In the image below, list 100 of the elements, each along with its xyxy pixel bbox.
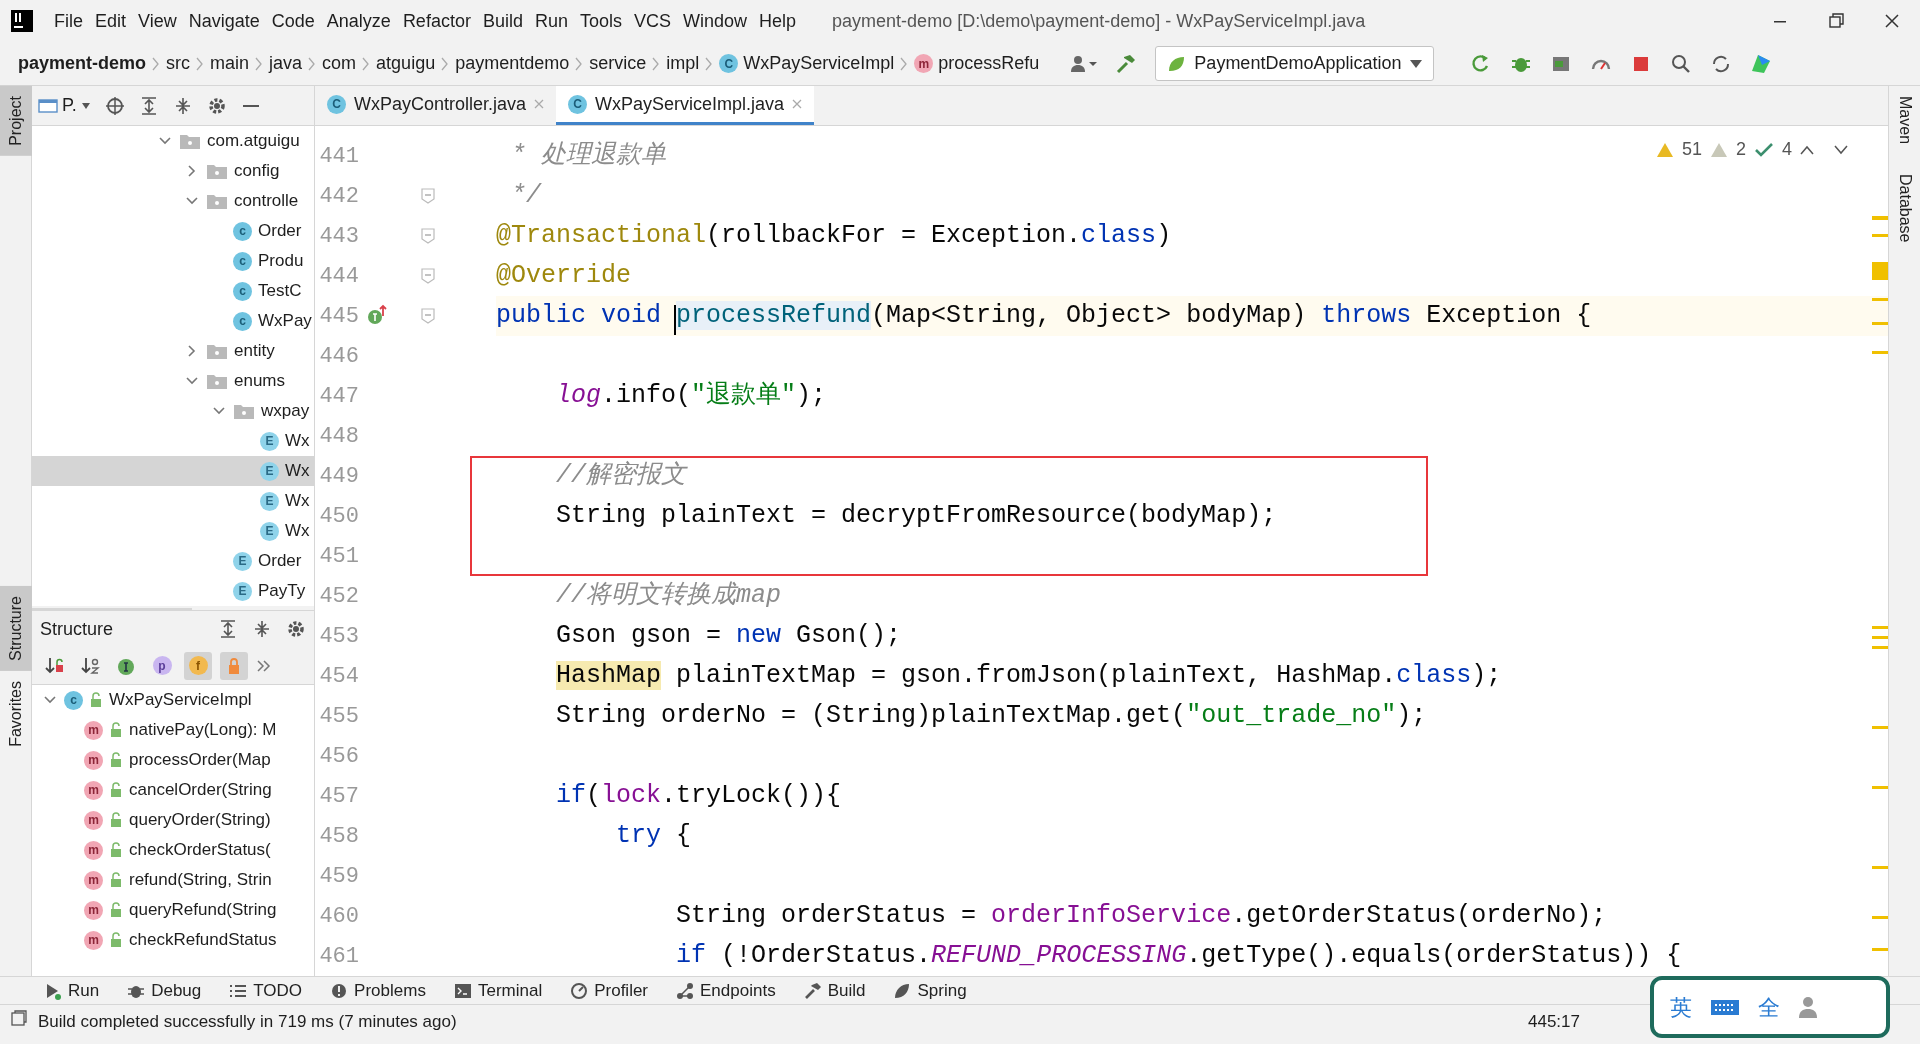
menu-item[interactable]: View — [132, 7, 183, 35]
tree-item[interactable]: WxPayServiceImpl — [109, 687, 252, 713]
breadcrumb[interactable]: impl — [664, 50, 702, 77]
menu-item[interactable]: Window — [677, 7, 754, 35]
tree-item[interactable]: Wx — [285, 518, 310, 544]
tree-item[interactable]: Order — [258, 548, 302, 574]
menu-item[interactable]: Code — [265, 7, 321, 35]
restore-icon[interactable] — [1827, 12, 1845, 30]
menu-item[interactable]: Refactor — [396, 7, 477, 35]
tree-item[interactable]: cancelOrder(String — [129, 777, 272, 803]
tree-item[interactable]: enums — [234, 368, 286, 394]
caret-down-icon[interactable] — [80, 101, 91, 110]
breadcrumb[interactable]: java — [267, 50, 305, 77]
breadcrumb[interactable]: processRefu — [938, 50, 1040, 77]
tool-window-tab[interactable]: Database — [1888, 164, 1920, 253]
hammer-icon[interactable] — [1115, 52, 1138, 75]
breadcrumb[interactable]: atguigu — [374, 50, 438, 77]
tool-window-tab[interactable]: Favorites — [0, 670, 32, 757]
breadcrumb[interactable]: com — [320, 50, 359, 77]
menu-item[interactable]: Edit — [89, 7, 133, 35]
tool-window-button[interactable]: TODO — [253, 977, 303, 1004]
tree-item[interactable]: queryRefund(String — [129, 897, 277, 923]
menu-item[interactable]: Navigate — [182, 7, 266, 35]
tab-label[interactable]: WxPayServiceImpl.java — [595, 90, 785, 118]
tree-row-highlight[interactable]: E Wx — [32, 456, 314, 486]
fold-marker-icon[interactable] — [421, 268, 435, 284]
fold-marker-icon[interactable] — [421, 308, 435, 324]
menu-item[interactable]: File — [48, 7, 89, 35]
tree-item[interactable]: config — [234, 158, 280, 184]
tree-item[interactable]: queryOrder(String) — [129, 807, 271, 833]
tree-item[interactable]: entity — [234, 338, 275, 364]
collapse-all-icon[interactable] — [252, 619, 272, 639]
tool-window-button[interactable]: Terminal — [477, 977, 543, 1004]
tree-item[interactable]: nativePay(Long): M — [129, 717, 277, 743]
line-number: 450 — [318, 502, 360, 531]
menu-item[interactable]: Analyze — [320, 7, 397, 35]
view-selector[interactable]: P. — [62, 92, 77, 119]
breadcrumb[interactable]: payment-demo — [16, 50, 149, 77]
chevron-up-icon[interactable] — [1800, 144, 1814, 155]
fold-marker-icon[interactable] — [421, 188, 435, 204]
tool-window-tab[interactable]: Structure — [0, 585, 32, 671]
menu-item[interactable]: Run — [528, 7, 574, 35]
tree-item[interactable]: wxpay — [261, 398, 310, 424]
tree-item[interactable]: Wx — [285, 458, 310, 484]
person-icon[interactable] — [1798, 996, 1818, 1018]
tree-item[interactable]: Wx — [285, 428, 310, 454]
tree-item[interactable]: processOrder(Map — [129, 747, 271, 773]
caret-down-icon[interactable] — [1409, 58, 1424, 69]
filter-button[interactable]: f — [184, 651, 212, 680]
breadcrumb[interactable]: src — [164, 50, 193, 77]
tree-item[interactable]: Produ — [258, 248, 304, 274]
menu-item[interactable]: Tools — [573, 7, 628, 35]
settings-icon[interactable] — [286, 619, 306, 639]
code-line: Gson gson = new Gson(); — [555, 620, 902, 653]
chevron-down-icon[interactable] — [1834, 144, 1848, 155]
tool-window-button[interactable]: Build — [827, 977, 866, 1004]
weak-warning-count[interactable]: 2 — [1735, 136, 1746, 163]
settings-icon[interactable] — [206, 95, 227, 116]
menu-item[interactable]: Build — [476, 7, 529, 35]
toolbox-icon[interactable] — [1750, 52, 1773, 75]
tree-item[interactable]: checkOrderStatus( — [129, 837, 271, 863]
breadcrumb[interactable]: paymentdemo — [453, 50, 572, 77]
tree-item[interactable]: refund(String, Strin — [129, 867, 272, 893]
user-icon[interactable] — [1069, 53, 1098, 74]
tree-item[interactable]: Wx — [285, 488, 310, 514]
fold-marker-icon[interactable] — [421, 228, 435, 244]
tool-window-tab[interactable]: Maven — [1888, 86, 1920, 155]
filter-button[interactable]: p — [148, 651, 176, 680]
tool-window-button[interactable]: Profiler — [594, 977, 649, 1004]
width-mode-label[interactable]: 全 — [1758, 990, 1780, 1024]
tree-item[interactable]: WxPay — [258, 308, 312, 334]
tool-window-button[interactable]: Spring — [917, 977, 967, 1004]
tree-item[interactable]: checkRefundStatus — [129, 927, 277, 953]
tree-item[interactable]: com.atguigu — [207, 128, 300, 154]
locate-icon[interactable] — [104, 95, 125, 116]
warning-count[interactable]: 51 — [1681, 136, 1702, 163]
tree-item[interactable]: controlle — [234, 188, 299, 214]
menu-item[interactable]: VCS — [628, 7, 677, 35]
breadcrumb[interactable]: WxPayServiceImpl — [743, 50, 895, 77]
close-icon[interactable] — [1883, 12, 1901, 30]
tool-window-button[interactable]: Endpoints — [700, 977, 776, 1004]
caret-position[interactable]: 445:17 — [1528, 1009, 1580, 1035]
more-icon[interactable] — [256, 657, 272, 674]
tool-window-tab[interactable]: Project — [0, 86, 32, 156]
keyboard-icon[interactable] — [1710, 997, 1740, 1017]
tree-item[interactable]: Order — [258, 218, 302, 244]
expand-all-icon[interactable] — [218, 619, 238, 639]
breadcrumb[interactable]: main — [208, 50, 252, 77]
tree-item[interactable]: PayTy — [258, 578, 306, 604]
chevron-right-icon — [196, 56, 205, 71]
menu-item[interactable]: Help — [753, 7, 803, 35]
typo-count[interactable]: 4 — [1782, 136, 1792, 163]
tool-window-button[interactable]: Problems — [354, 977, 426, 1004]
tool-window-button[interactable]: Debug — [151, 977, 202, 1004]
tree-item[interactable]: TestC — [258, 278, 302, 304]
tool-window-button[interactable]: Run — [68, 977, 100, 1004]
input-mode-label[interactable]: 英 — [1670, 990, 1692, 1024]
breadcrumb[interactable]: service — [587, 50, 649, 77]
tab-label[interactable]: WxPayController.java — [354, 90, 527, 118]
status-icon[interactable] — [10, 1009, 28, 1027]
